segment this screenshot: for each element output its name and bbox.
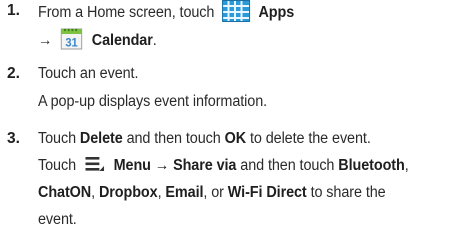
step-3-text: to delete the event. [249,130,371,147]
step-1-line-1: From a Home screen, touch Apps [38,0,295,24]
step-1-line-2: → 31 Calendar. [38,28,157,52]
calendar-icon: 31 [60,28,82,50]
bluetooth-label: Bluetooth [338,157,405,174]
menu-icon [85,156,106,172]
delete-label: Delete [79,130,123,147]
step-3-text: Touch [38,130,77,147]
step-2-line-1: Touch an event. [38,65,139,82]
email-label: Email [165,184,204,201]
step-3-text: Touch [38,157,77,174]
arrow-glyph: → [154,157,170,174]
ok-label: OK [224,130,247,147]
calendar-period: . [152,32,157,50]
step-1-text: From a Home screen, touch [38,4,215,22]
wifi-direct-label: Wi-Fi Direct [227,184,307,201]
apps-grid-icon [221,0,250,22]
apps-label: Apps [258,4,295,22]
step-3-line-4: event. [38,211,77,228]
step-3-text: and then touch [240,157,335,174]
step-3-text: to share the [310,184,386,201]
arrow-glyph: → [38,32,53,50]
share-via-label: Share via [173,157,237,174]
dropbox-label: Dropbox [98,184,158,201]
step-3-text: and then touch [126,130,221,147]
step-1-number: 1. [7,2,20,19]
step-2-line-2: A pop-up displays event information. [38,93,268,110]
menu-label: Menu [113,157,151,174]
comma: , [157,184,162,201]
chaton-label: ChatON [38,184,92,201]
step-3-number: 3. [7,130,20,147]
step-2-number: 2. [7,65,20,82]
instructions-document: 1. From a Home screen, touch Apps → 31 C… [0,0,469,249]
comma: , [91,184,96,201]
calendar-icon-day: 31 [65,37,78,49]
calendar-label: Calendar [91,32,153,50]
comma-or: , or [203,184,224,201]
step-3-line-2: Touch Menu → Share via and then touch Bl… [38,156,409,175]
comma: , [404,157,409,174]
step-3-line-1: Touch Delete and then touch OK to delete… [38,130,371,148]
step-3-line-3: ChatON, Dropbox, Email, or Wi-Fi Direct … [38,184,386,202]
